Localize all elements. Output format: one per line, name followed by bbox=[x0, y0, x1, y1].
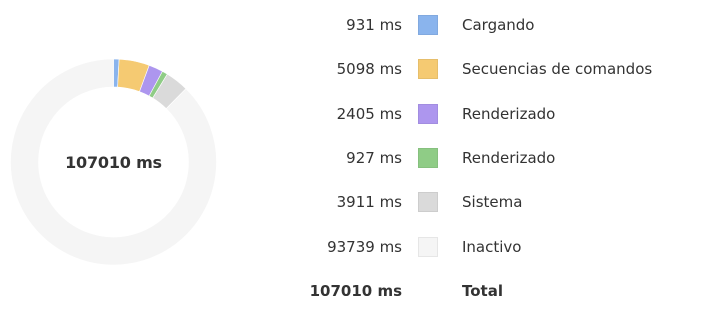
legend-swatch bbox=[418, 237, 438, 257]
legend-row-total: 107010 ms Total bbox=[0, 269, 713, 313]
legend-value: 5098 ms bbox=[336, 60, 402, 78]
legend-swatch bbox=[418, 104, 438, 124]
legend-label: Cargando bbox=[462, 16, 535, 34]
legend-row-painting: 927 ms Renderizado bbox=[0, 136, 713, 180]
legend-label: Renderizado bbox=[462, 105, 556, 123]
legend-swatch bbox=[418, 192, 438, 212]
legend-row-rendering: 2405 ms Renderizado bbox=[0, 92, 713, 136]
legend-label: Sistema bbox=[462, 193, 523, 211]
legend-label: Secuencias de comandos bbox=[462, 60, 653, 78]
legend-value: 3911 ms bbox=[336, 193, 402, 211]
legend-value: 927 ms bbox=[346, 149, 402, 167]
total-label: Total bbox=[462, 282, 503, 300]
total-value: 107010 ms bbox=[309, 282, 402, 300]
legend-row-idle: 93739 ms Inactivo bbox=[0, 225, 713, 269]
legend-label: Inactivo bbox=[462, 238, 522, 256]
legend-row-system: 3911 ms Sistema bbox=[0, 180, 713, 224]
legend-swatch bbox=[418, 148, 438, 168]
legend-value: 93739 ms bbox=[327, 238, 402, 256]
legend-swatch bbox=[418, 59, 438, 79]
legend-row-loading: 931 ms Cargando bbox=[0, 3, 713, 47]
legend-swatch bbox=[418, 15, 438, 35]
legend-value: 2405 ms bbox=[336, 105, 402, 123]
legend-row-scripting: 5098 ms Secuencias de comandos bbox=[0, 47, 713, 91]
legend-value: 931 ms bbox=[346, 16, 402, 34]
legend: 931 ms Cargando 5098 ms Secuencias de co… bbox=[0, 0, 713, 317]
legend-label: Renderizado bbox=[462, 149, 556, 167]
